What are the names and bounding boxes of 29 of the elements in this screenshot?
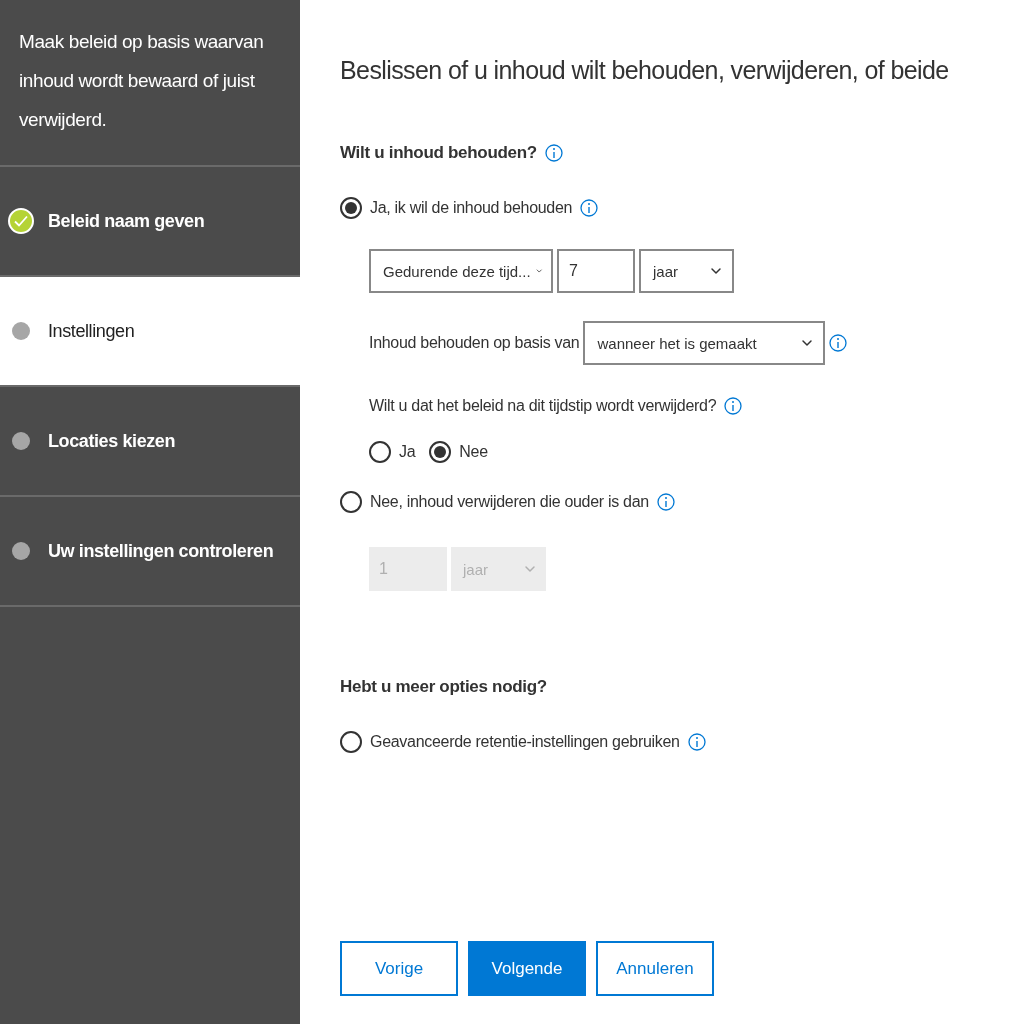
option-label: Ja xyxy=(399,443,416,461)
info-icon[interactable] xyxy=(829,334,848,352)
page-title: Beslissen of u inhoud wilt behouden, verwijderen, of beide xyxy=(340,56,950,85)
field-label: Inhoud behouden op basis van xyxy=(369,334,580,352)
radio-button[interactable] xyxy=(340,731,362,753)
wizard-button[interactable]: Annuleren xyxy=(596,941,714,996)
info-icon[interactable] xyxy=(580,199,599,217)
info-icon[interactable] xyxy=(656,493,675,511)
section-heading: Wilt u inhoud behouden? xyxy=(340,143,537,163)
option-label: Ja, ik wil de inhoud behouden xyxy=(370,199,573,217)
radio-button[interactable] xyxy=(340,197,362,219)
info-icon[interactable] xyxy=(544,144,563,162)
period-mode-dropdown[interactable]: Gedurende deze tijd... xyxy=(369,249,553,293)
basis-dropdown[interactable]: wanneer het is gemaakt xyxy=(583,321,826,365)
question-text: Wilt u dat het beleid na dit tijdstip wordt verwijderd? xyxy=(369,397,717,415)
info-icon[interactable] xyxy=(687,733,706,751)
next-button[interactable]: Volgende xyxy=(468,941,586,996)
amount-field[interactable]: 7 xyxy=(557,249,635,293)
radio-button[interactable] xyxy=(429,441,452,463)
radio-button[interactable] xyxy=(369,441,391,463)
unit-dropdown[interactable]: jaar xyxy=(639,249,734,293)
radio-button[interactable] xyxy=(340,491,362,513)
option-label: Geavanceerde retentie-instellingen gebruiken xyxy=(370,733,680,751)
option-label: Nee xyxy=(459,443,488,461)
info-icon[interactable] xyxy=(724,397,743,415)
wizard-button[interactable]: Vorige xyxy=(340,941,458,996)
wizard-step[interactable]: Instellingen xyxy=(0,277,300,387)
section-heading: Hebt u meer opties nodig? xyxy=(340,677,547,697)
option-label: Nee, inhoud verwijderen die ouder is dan xyxy=(370,493,649,511)
